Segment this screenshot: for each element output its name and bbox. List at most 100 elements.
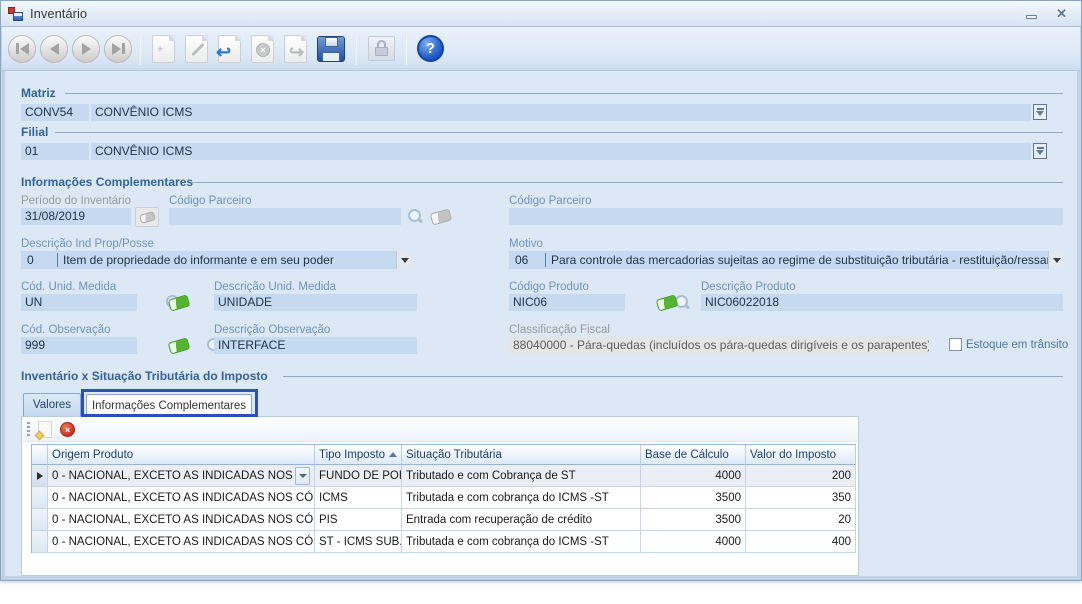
tab-valores[interactable]: Valores xyxy=(23,393,81,416)
tributos-section-label: Inventário x Situação Tributária do Impo… xyxy=(21,369,268,383)
minimize-button[interactable] xyxy=(1024,7,1038,21)
ind-prop-dropdown-button[interactable] xyxy=(396,251,413,269)
previous-record-button[interactable] xyxy=(40,35,68,63)
matriz-code-field[interactable]: CONV54 xyxy=(21,104,89,121)
periodo-field[interactable]: 31/08/2019 xyxy=(21,208,131,225)
cell-tipo[interactable]: PIS xyxy=(315,509,402,531)
filial-section-label: Filial xyxy=(21,125,48,139)
floppy-disk-icon xyxy=(325,37,338,47)
cell-origem[interactable]: 0 - NACIONAL, EXCETO AS INDICADAS NOS CÓ… xyxy=(48,509,315,531)
grid-toolbar: × xyxy=(23,418,857,442)
eraser-icon[interactable] xyxy=(168,337,191,354)
desc-unid-label: Descrição Unid. Medida xyxy=(214,281,336,293)
cell-valor[interactable]: 400 xyxy=(746,531,856,553)
search-icon[interactable] xyxy=(407,209,423,225)
cell-base[interactable]: 3500 xyxy=(641,509,746,531)
cell-origem[interactable]: 0 - NACIONAL, EXCETO AS INDICADAS NOS CÓ… xyxy=(48,531,315,553)
cell-origem[interactable]: 0 - NACIONAL, EXCETO AS INDICADAS NOS CÓ… xyxy=(48,465,315,487)
cancel-button[interactable]: × xyxy=(251,35,274,63)
filial-section-line xyxy=(55,132,1063,133)
cell-situacao[interactable]: Tributada e com cobrança do ICMS -ST xyxy=(402,531,641,553)
motivo-label: Motivo xyxy=(509,238,543,250)
new-record-button[interactable]: * xyxy=(152,35,175,63)
cell-tipo[interactable]: ICMS xyxy=(315,487,402,509)
last-record-button[interactable] xyxy=(104,35,132,63)
desc-unid-field[interactable]: UNIDADE xyxy=(214,294,417,311)
cell-situacao[interactable]: Tributado e com Cobrança de ST xyxy=(402,465,641,487)
cell-base[interactable]: 4000 xyxy=(641,531,746,553)
table-row[interactable]: 0 - NACIONAL, EXCETO AS INDICADAS NOS CÓ… xyxy=(32,509,856,531)
toolbar-separator xyxy=(356,33,357,65)
cell-situacao[interactable]: Entrada com recuperação de crédito xyxy=(402,509,641,531)
cell-origem[interactable]: 0 - NACIONAL, EXCETO AS INDICADAS NOS CÓ… xyxy=(48,487,315,509)
cod-produto-field[interactable]: NIC06 xyxy=(509,294,625,311)
ind-prop-combobox[interactable]: 0 Item de propriedade do informante e em… xyxy=(21,251,413,269)
chevron-down-icon xyxy=(1036,150,1044,155)
grid-delete-row-button[interactable]: × xyxy=(60,422,75,437)
first-record-button[interactable] xyxy=(8,35,36,63)
app-form-icon xyxy=(8,7,23,21)
cell-valor[interactable]: 200 xyxy=(746,465,856,487)
column-header-base[interactable]: Base de Cálculo xyxy=(641,445,746,465)
help-button[interactable]: ? xyxy=(417,35,444,62)
cod-unid-field[interactable]: UN xyxy=(21,294,137,311)
tributos-grid: Origem Produto Tipo Imposto Situação Tri… xyxy=(31,444,856,553)
edit-record-button[interactable] xyxy=(185,35,208,63)
inventario-window: Inventário ✕ * ↩ × ↪ ? Matriz CONV54 CON… xyxy=(0,0,1082,581)
chevron-down-icon xyxy=(1053,258,1061,263)
codigo-parceiro2-field[interactable] xyxy=(509,208,1063,225)
eraser-icon xyxy=(139,211,156,224)
main-toolbar: * ↩ × ↪ ? xyxy=(2,27,1080,71)
filial-dropdown-button[interactable] xyxy=(1033,143,1047,159)
matriz-description-field[interactable]: CONVÊNIO ICMS xyxy=(91,104,1031,121)
motivo-dropdown-button[interactable] xyxy=(1048,251,1065,269)
tributos-section-line xyxy=(283,376,1063,377)
chevron-down-icon xyxy=(1036,111,1044,116)
cell-valor[interactable]: 350 xyxy=(746,487,856,509)
desc-obs-field[interactable]: INTERFACE xyxy=(214,337,417,354)
next-record-button[interactable] xyxy=(72,35,100,63)
cell-tipo[interactable]: ST - ICMS SUB... xyxy=(315,531,402,553)
cell-situacao[interactable]: Tributada e com cobrança do ICMS -ST xyxy=(402,487,641,509)
cell-base[interactable]: 3500 xyxy=(641,487,746,509)
close-button[interactable]: ✕ xyxy=(1056,6,1067,22)
column-header-situacao[interactable]: Situação Tributária xyxy=(402,445,641,465)
cancel-x-icon: × xyxy=(256,43,270,57)
sort-ascending-icon xyxy=(389,452,397,457)
cell-valor[interactable]: 20 xyxy=(746,509,856,531)
column-header-origem[interactable]: Origem Produto xyxy=(48,445,315,465)
cod-obs-label: Cód. Observação xyxy=(21,324,111,336)
toolbar-grip-icon[interactable] xyxy=(27,422,30,438)
row-indicator xyxy=(32,531,48,553)
redo-button[interactable]: ↪ xyxy=(284,35,307,63)
cod-obs-field[interactable]: 999 xyxy=(21,337,137,354)
row-marker-icon xyxy=(37,472,43,480)
undo-button[interactable]: ↩ xyxy=(218,35,241,63)
lock-button[interactable] xyxy=(368,36,395,61)
save-button[interactable] xyxy=(317,36,345,62)
cell-tipo[interactable]: FUNDO DE POB... xyxy=(315,465,402,487)
periodo-eraser-button[interactable] xyxy=(135,207,159,227)
motivo-combobox[interactable]: 06 Para controle das mercadorias sujeita… xyxy=(509,251,1065,269)
matriz-dropdown-button[interactable] xyxy=(1033,104,1047,120)
column-header-tipo[interactable]: Tipo Imposto xyxy=(315,445,402,465)
cell-dropdown-button[interactable] xyxy=(295,467,310,485)
info-section-label: Informações Complementares xyxy=(21,175,193,189)
edit-pencil-icon xyxy=(191,42,204,55)
cell-base[interactable]: 4000 xyxy=(641,465,746,487)
class-fiscal-label: Classificação Fiscal xyxy=(509,324,610,336)
estoque-transito-checkbox[interactable] xyxy=(949,338,962,351)
desc-obs-label: Descrição Observação xyxy=(214,324,330,336)
grid-add-row-button[interactable] xyxy=(38,421,52,438)
current-row-indicator xyxy=(32,465,48,487)
filial-code-field[interactable]: 01 xyxy=(21,143,89,160)
table-row[interactable]: 0 - NACIONAL, EXCETO AS INDICADAS NOS CÓ… xyxy=(32,531,856,553)
eraser-icon[interactable] xyxy=(430,208,453,225)
desc-produto-field[interactable]: NIC06022018 xyxy=(701,294,1063,311)
table-row[interactable]: 0 - NACIONAL, EXCETO AS INDICADAS NOS CÓ… xyxy=(32,487,856,509)
table-row[interactable]: 0 - NACIONAL, EXCETO AS INDICADAS NOS CÓ… xyxy=(32,465,856,487)
cod-produto-label: Código Produto xyxy=(509,281,589,293)
column-header-valor[interactable]: Valor do Imposto xyxy=(746,445,856,465)
codigo-parceiro1-field[interactable] xyxy=(169,208,401,225)
filial-description-field[interactable]: CONVÊNIO ICMS xyxy=(91,143,1031,160)
